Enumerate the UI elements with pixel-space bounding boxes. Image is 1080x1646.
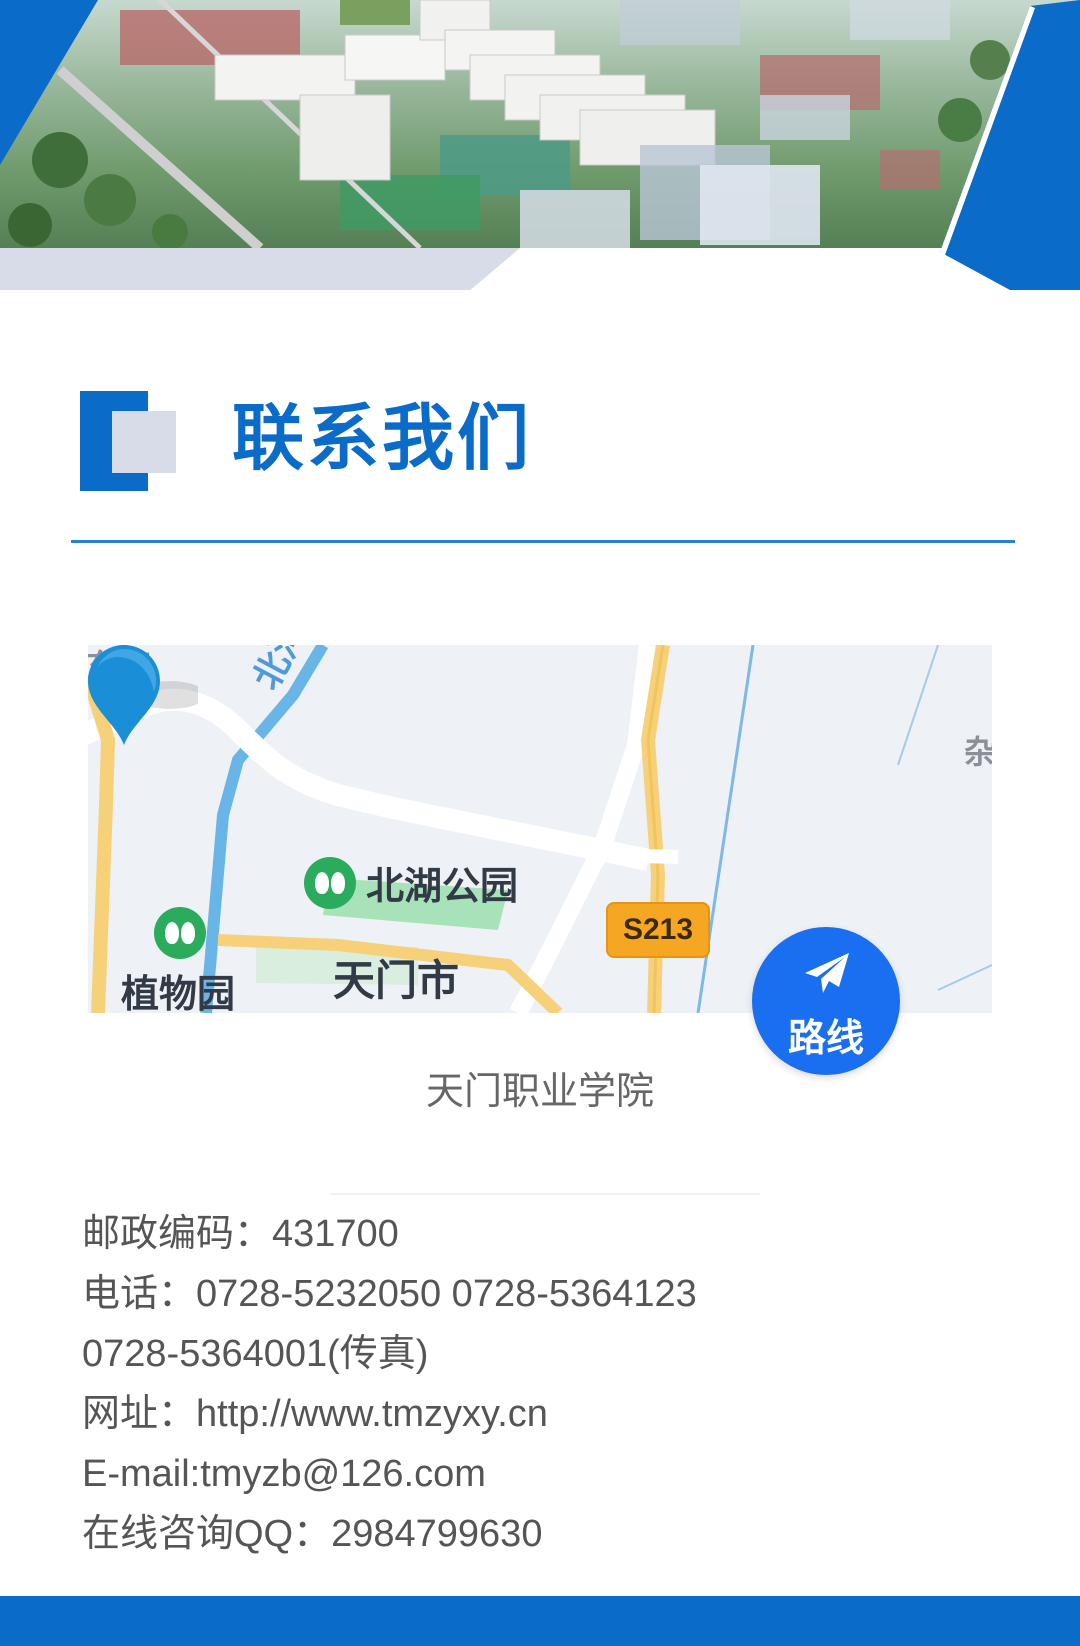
campus-aerial-image [0, 0, 1080, 252]
map-label-park: 北湖公园 [366, 866, 519, 908]
map-place-name: 天门职业学院 [425, 1071, 654, 1113]
river-right [696, 645, 755, 1013]
route-button-label: 路线 [787, 1018, 864, 1060]
fax-text[interactable]: 0728-5364001(传真) [82, 1324, 1002, 1384]
route-button[interactable]: 路线 [752, 927, 900, 1075]
banner-strip-decoration [0, 248, 520, 290]
paper-plane-icon [805, 953, 849, 993]
banner-corner-decoration-left [0, 0, 98, 165]
email-link[interactable]: E-mail:tmyzb@126.com [82, 1444, 1002, 1504]
qq-text[interactable]: 在线咨询QQ：2984799630 [82, 1504, 1002, 1564]
road-shield-s213: S213 [606, 902, 710, 958]
road-cross [597, 848, 679, 864]
garden-icon [154, 907, 206, 959]
divider [330, 1193, 760, 1195]
page-title: 联系我们 [232, 399, 533, 479]
map-label-edge-right: 杂 [964, 734, 992, 770]
title-divider [71, 540, 1015, 543]
contact-info: 邮政编码：431700 电话：0728-5232050 0728-5364123… [82, 1204, 1002, 1564]
postcode-text: 邮政编码：431700 [82, 1213, 399, 1255]
map-label-city: 天门市 [333, 957, 460, 1004]
footer-bar [0, 1596, 1080, 1646]
section-title-icon [80, 391, 176, 491]
phone-text[interactable]: 电话：0728-5232050 0728-5364123 [82, 1264, 1002, 1324]
banner-corner-decoration-right [940, 0, 1080, 290]
website-link[interactable]: 网址：http://www.tmzyxy.cn [82, 1384, 1002, 1444]
location-pin-icon[interactable] [88, 645, 198, 755]
park-icon [304, 857, 356, 909]
campus-illustration [8, 0, 1010, 252]
hero-banner [0, 0, 1080, 290]
map-label-garden: 植物园 [121, 974, 236, 1013]
